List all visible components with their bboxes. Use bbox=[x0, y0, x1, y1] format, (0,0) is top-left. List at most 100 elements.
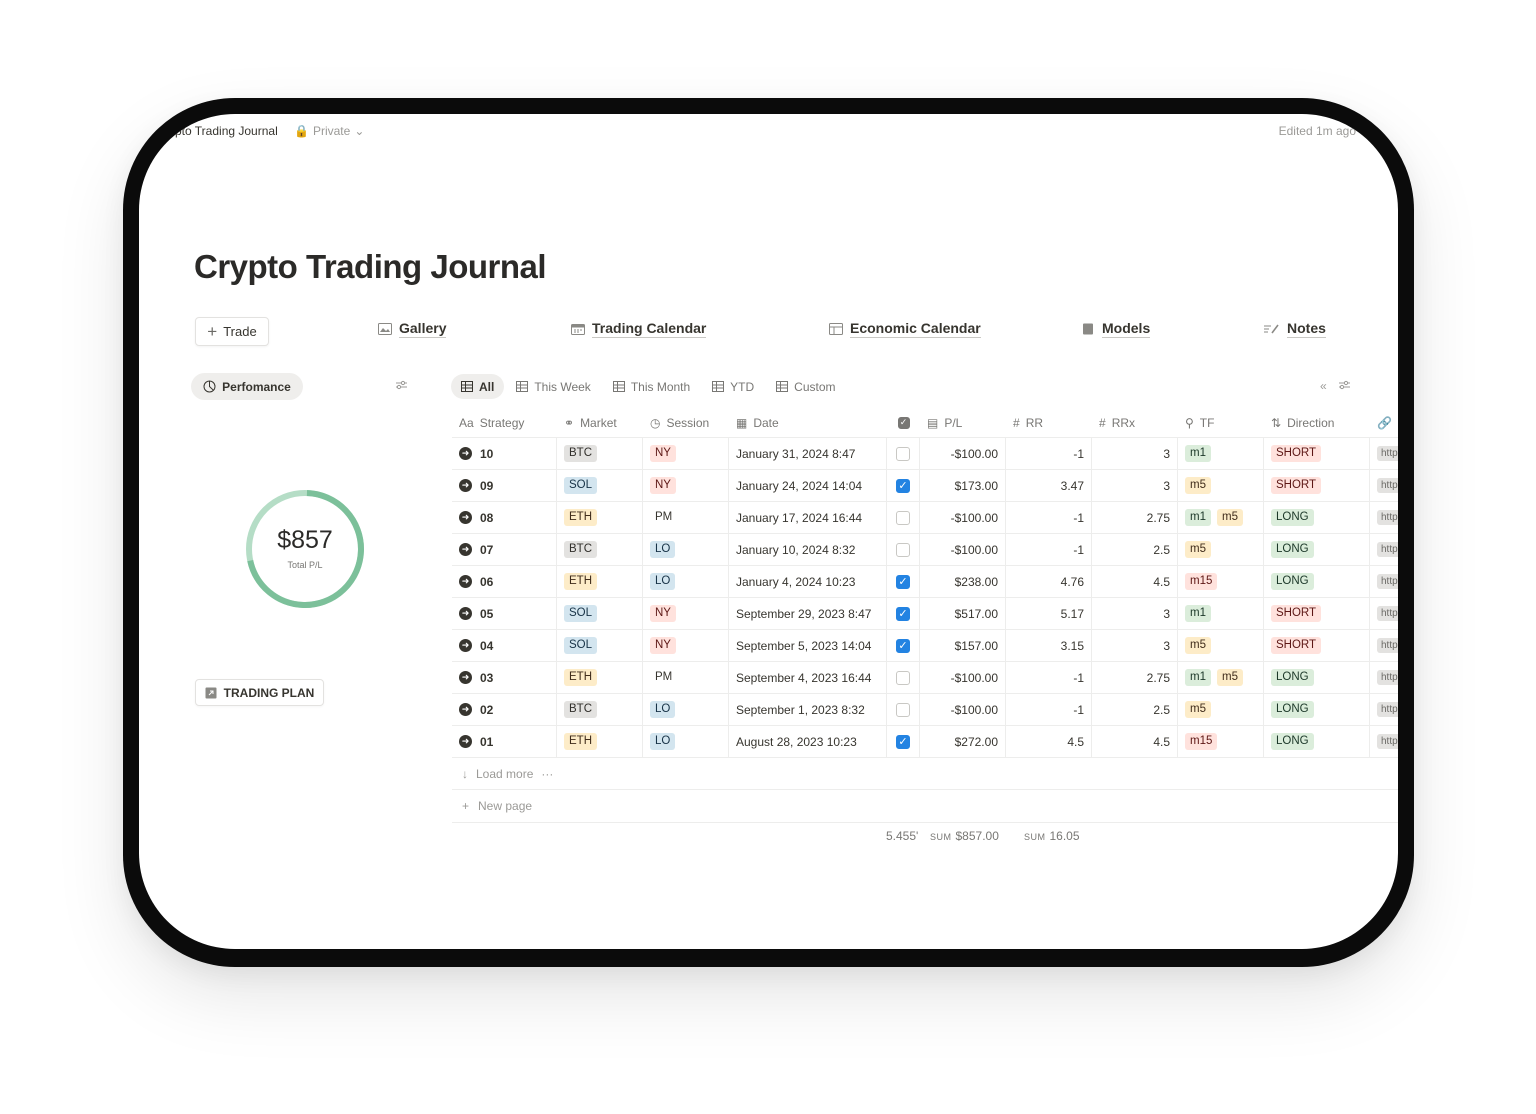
link-cell[interactable]: http bbox=[1370, 470, 1398, 501]
rrx-cell[interactable]: 3 bbox=[1092, 470, 1178, 501]
direction-cell[interactable]: SHORT bbox=[1264, 630, 1370, 661]
strategy-cell[interactable]: ➜ 08 bbox=[452, 502, 557, 533]
date-cell[interactable]: January 10, 2024 8:32 bbox=[729, 534, 887, 565]
rr-cell[interactable]: 3.15 bbox=[1006, 630, 1092, 661]
col-pl[interactable]: ▤ P/L bbox=[920, 408, 1006, 437]
market-cell[interactable]: BTC bbox=[557, 438, 643, 469]
market-cell[interactable]: ETH bbox=[557, 726, 643, 757]
rr-cell[interactable]: 4.76 bbox=[1006, 566, 1092, 597]
tf-cell[interactable]: m5 bbox=[1178, 630, 1264, 661]
link-cell[interactable]: http bbox=[1370, 598, 1398, 629]
date-cell[interactable]: September 5, 2023 14:04 bbox=[729, 630, 887, 661]
market-cell[interactable]: BTC bbox=[557, 534, 643, 565]
market-cell[interactable]: ETH bbox=[557, 662, 643, 693]
rrx-cell[interactable]: 4.5 bbox=[1092, 566, 1178, 597]
direction-cell[interactable]: LONG bbox=[1264, 694, 1370, 725]
checkbox-cell[interactable] bbox=[887, 694, 920, 725]
direction-cell[interactable]: LONG bbox=[1264, 662, 1370, 693]
direction-cell[interactable]: SHORT bbox=[1264, 598, 1370, 629]
checkbox-cell[interactable]: ✓ bbox=[887, 470, 920, 501]
link-cell[interactable]: http bbox=[1370, 726, 1398, 757]
col-date[interactable]: ▦ Date bbox=[729, 408, 887, 437]
more-icon[interactable]: ··· bbox=[541, 767, 553, 781]
summary-pl-sum[interactable]: SUM $857.00 bbox=[926, 829, 999, 843]
row-checkbox[interactable]: ✓ bbox=[896, 478, 910, 493]
direction-cell[interactable]: SHORT bbox=[1264, 470, 1370, 501]
pl-cell[interactable]: -$100.00 bbox=[920, 534, 1006, 565]
strategy-cell[interactable]: ➜ 03 bbox=[452, 662, 557, 693]
col-link[interactable]: 🔗 bbox=[1370, 408, 1398, 437]
col-direction[interactable]: ⇅ Direction bbox=[1264, 408, 1370, 437]
col-rrx[interactable]: # RRx bbox=[1092, 408, 1178, 437]
link-cell[interactable]: http bbox=[1370, 502, 1398, 533]
col-checkbox[interactable]: ✓ bbox=[887, 408, 920, 437]
session-cell[interactable]: LO bbox=[643, 534, 729, 565]
market-cell[interactable]: ETH bbox=[557, 502, 643, 533]
strategy-cell[interactable]: ➜ 05 bbox=[452, 598, 557, 629]
market-cell[interactable]: SOL bbox=[557, 598, 643, 629]
session-cell[interactable]: NY bbox=[643, 598, 729, 629]
rr-cell[interactable]: -1 bbox=[1006, 694, 1092, 725]
row-checkbox[interactable] bbox=[896, 446, 910, 461]
tf-cell[interactable]: m1 bbox=[1178, 438, 1264, 469]
session-cell[interactable]: LO bbox=[643, 694, 729, 725]
tf-cell[interactable]: m15 bbox=[1178, 726, 1264, 757]
col-rr[interactable]: # RR bbox=[1006, 408, 1092, 437]
pl-cell[interactable]: $157.00 bbox=[920, 630, 1006, 661]
link-cell[interactable]: http bbox=[1370, 566, 1398, 597]
privacy-menu[interactable]: 🔒 Private ⌄ bbox=[294, 124, 364, 138]
link-cell[interactable]: http bbox=[1370, 630, 1398, 661]
rr-cell[interactable]: -1 bbox=[1006, 662, 1092, 693]
row-checkbox[interactable]: ✓ bbox=[896, 606, 910, 621]
date-cell[interactable]: September 4, 2023 16:44 bbox=[729, 662, 887, 693]
table-row[interactable]: ➜ 07 BTC LO January 10, 2024 8:32 -$100.00 -1 2… bbox=[452, 534, 1398, 566]
rrx-cell[interactable]: 4.5 bbox=[1092, 726, 1178, 757]
table-row[interactable]: ➜ 03 ETH PM September 4, 2023 16:44 -$100.00 -… bbox=[452, 662, 1398, 694]
tf-cell[interactable]: m5 bbox=[1178, 534, 1264, 565]
pl-cell[interactable]: -$100.00 bbox=[920, 662, 1006, 693]
session-cell[interactable]: PM bbox=[643, 662, 729, 693]
date-cell[interactable]: September 1, 2023 8:32 bbox=[729, 694, 887, 725]
session-cell[interactable]: NY bbox=[643, 630, 729, 661]
collapse-icon[interactable]: « bbox=[1320, 379, 1327, 394]
strategy-cell[interactable]: ➜ 07 bbox=[452, 534, 557, 565]
date-cell[interactable]: August 28, 2023 10:23 bbox=[729, 726, 887, 757]
tab-custom[interactable]: Custom bbox=[766, 374, 845, 399]
col-session[interactable]: ◷ Session bbox=[643, 408, 729, 437]
strategy-cell[interactable]: ➜ 02 bbox=[452, 694, 557, 725]
market-cell[interactable]: SOL bbox=[557, 630, 643, 661]
rrx-cell[interactable]: 2.75 bbox=[1092, 502, 1178, 533]
checkbox-cell[interactable] bbox=[887, 438, 920, 469]
row-checkbox[interactable] bbox=[896, 702, 910, 717]
nav-models[interactable]: Models bbox=[1081, 320, 1151, 338]
direction-cell[interactable]: LONG bbox=[1264, 502, 1370, 533]
table-row[interactable]: ➜ 01 ETH LO August 28, 2023 10:23 ✓ $272.00 4.5… bbox=[452, 726, 1398, 758]
rr-cell[interactable]: -1 bbox=[1006, 502, 1092, 533]
table-row[interactable]: ➜ 04 SOL NY September 5, 2023 14:04 ✓ $157.00 3… bbox=[452, 630, 1398, 662]
col-strategy[interactable]: Aa Strategy bbox=[452, 408, 557, 437]
pl-cell[interactable]: $517.00 bbox=[920, 598, 1006, 629]
checkbox-cell[interactable]: ✓ bbox=[887, 566, 920, 597]
nav-trading-calendar[interactable]: Trading Calendar bbox=[571, 320, 707, 338]
sliders-icon[interactable] bbox=[1338, 379, 1351, 394]
rrx-cell[interactable]: 2.75 bbox=[1092, 662, 1178, 693]
add-trade-button[interactable]: + Trade bbox=[195, 317, 269, 346]
strategy-cell[interactable]: ➜ 09 bbox=[452, 470, 557, 501]
market-cell[interactable]: SOL bbox=[557, 470, 643, 501]
row-checkbox[interactable] bbox=[896, 670, 910, 685]
date-cell[interactable]: January 4, 2024 10:23 bbox=[729, 566, 887, 597]
date-cell[interactable]: January 31, 2024 8:47 bbox=[729, 438, 887, 469]
nav-economic-calendar[interactable]: Economic Calendar bbox=[829, 320, 981, 338]
checkbox-cell[interactable]: ✓ bbox=[887, 630, 920, 661]
direction-cell[interactable]: LONG bbox=[1264, 726, 1370, 757]
tf-cell[interactable]: m5 bbox=[1178, 694, 1264, 725]
session-cell[interactable]: NY bbox=[643, 438, 729, 469]
market-cell[interactable]: ETH bbox=[557, 566, 643, 597]
table-row[interactable]: ➜ 02 BTC LO September 1, 2023 8:32 -$100.00 -1… bbox=[452, 694, 1398, 726]
load-more-button[interactable]: ↓ Load more ··· bbox=[462, 767, 553, 781]
table-row[interactable]: ➜ 10 BTC NY January 31, 2024 8:47 -$100.00 -1 3… bbox=[452, 438, 1398, 470]
sliders-icon[interactable] bbox=[395, 379, 408, 394]
row-checkbox[interactable] bbox=[896, 542, 910, 557]
direction-cell[interactable]: LONG bbox=[1264, 566, 1370, 597]
session-cell[interactable]: LO bbox=[643, 566, 729, 597]
